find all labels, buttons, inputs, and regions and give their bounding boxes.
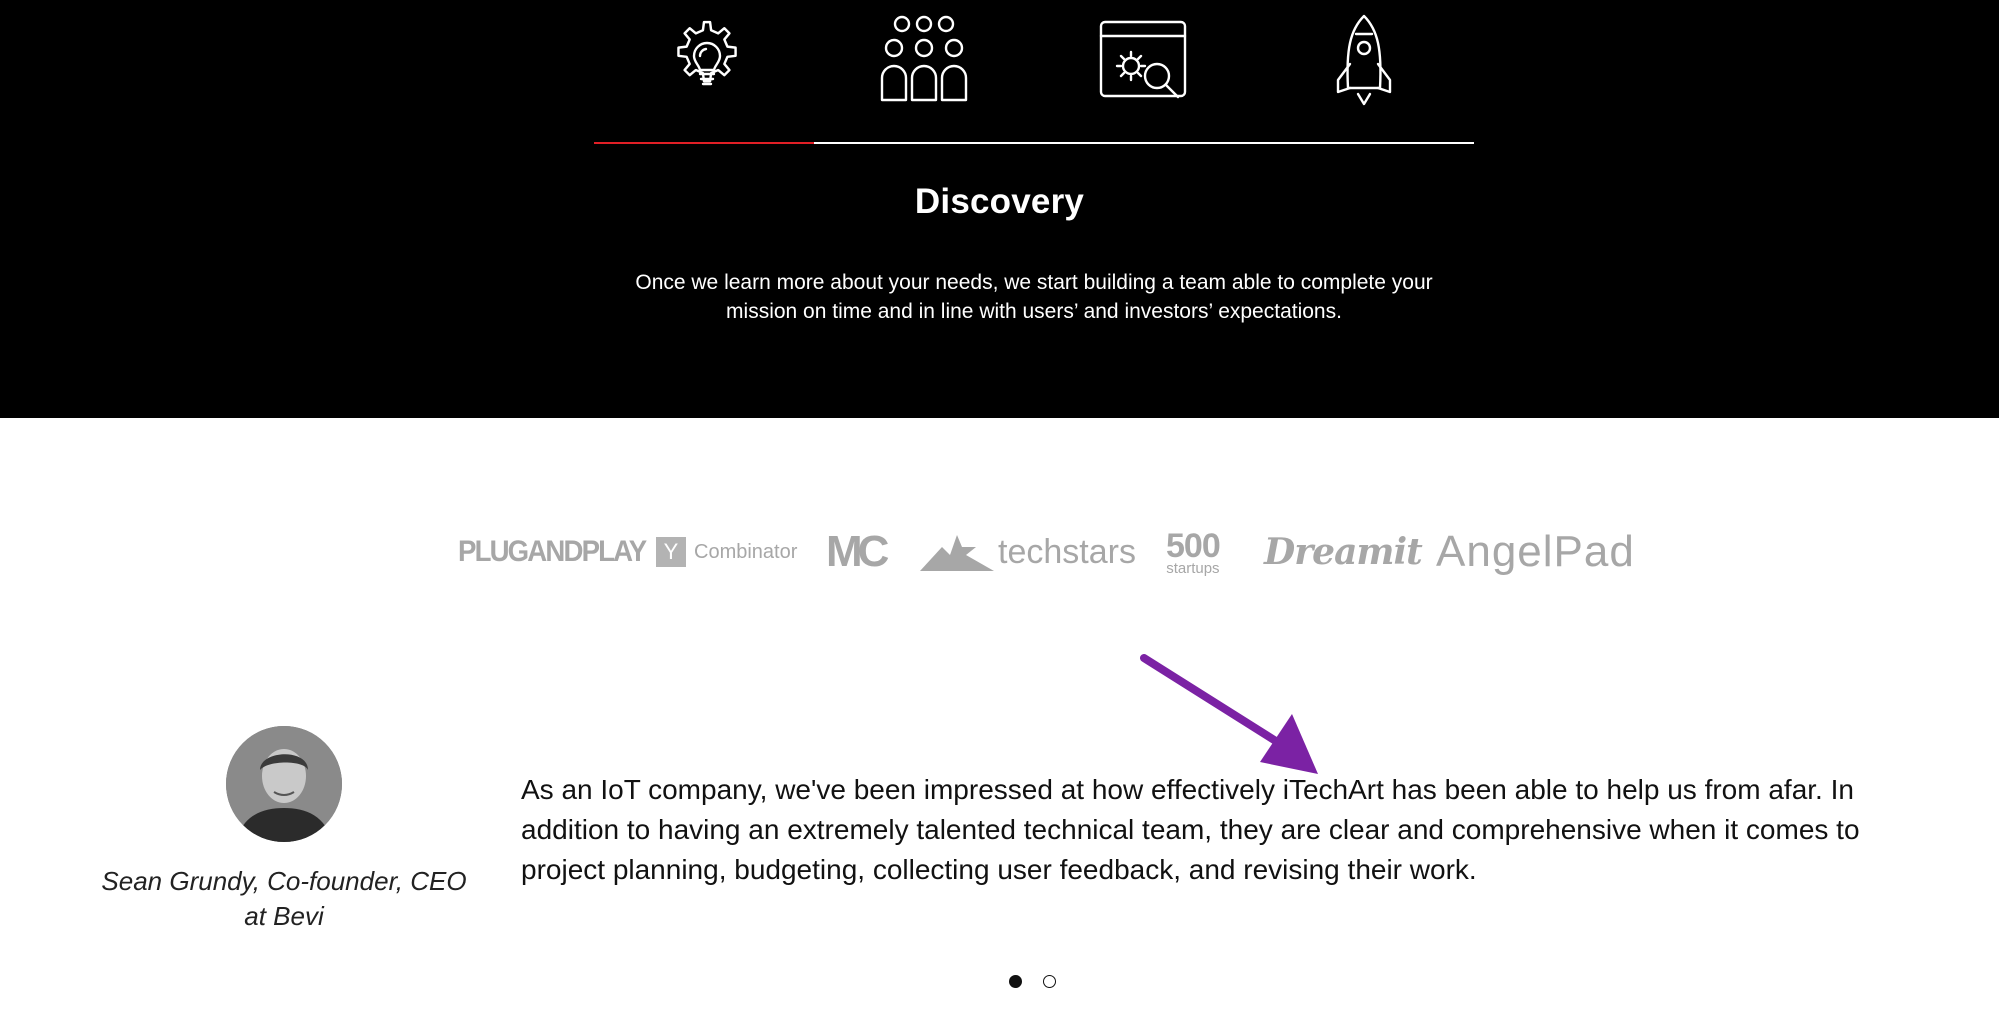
carousel-dot-1[interactable] <box>1009 975 1022 988</box>
ycombinator-mark: Y <box>656 537 686 567</box>
ycombinator-text: Combinator <box>694 540 798 563</box>
angelpad-logo: AngelPad <box>1436 527 1635 576</box>
plugandplay-logo: PLUGANDPLAY <box>458 535 647 568</box>
techstars-star-icon <box>920 535 994 571</box>
testimonial-author: Sean Grundy, Co-founder, CEO at Bevi <box>101 866 467 931</box>
lightbulb-gear-icon[interactable] <box>658 12 754 108</box>
page: Discovery Once we learn more about your … <box>0 0 1999 1020</box>
techstars-logo: techstars <box>920 520 1136 584</box>
ycombinator-logo: Y Combinator <box>656 520 797 584</box>
annotation-arrow-icon <box>1140 654 1318 774</box>
500-startups-number: 500 <box>1166 526 1221 565</box>
author-avatar <box>226 726 342 842</box>
500-startups-logo: 500 startups <box>1166 520 1221 584</box>
500-startups-text: startups <box>1166 559 1220 577</box>
browser-settings-search-icon[interactable] <box>1095 12 1191 108</box>
rocket-icon[interactable] <box>1316 12 1412 108</box>
testimonial-quote: As an IoT company, we've been impressed … <box>521 774 1860 885</box>
step-title: Discovery <box>914 182 1085 221</box>
progress-track <box>594 142 1474 144</box>
partner-logos: PLUGANDPLAY Y Combinator MC techstars 50… <box>0 520 1999 584</box>
team-icon[interactable] <box>876 12 972 108</box>
techstars-text: techstars <box>998 532 1136 571</box>
dreamit-logo: Dreamit <box>1264 531 1423 573</box>
process-section: Discovery Once we learn more about your … <box>0 0 1999 418</box>
progress-fill <box>594 142 814 144</box>
carousel-dot-2[interactable] <box>1043 975 1056 988</box>
mc-logo: MC <box>826 527 889 576</box>
step-description: Once we learn more about your needs, we … <box>635 271 1433 323</box>
